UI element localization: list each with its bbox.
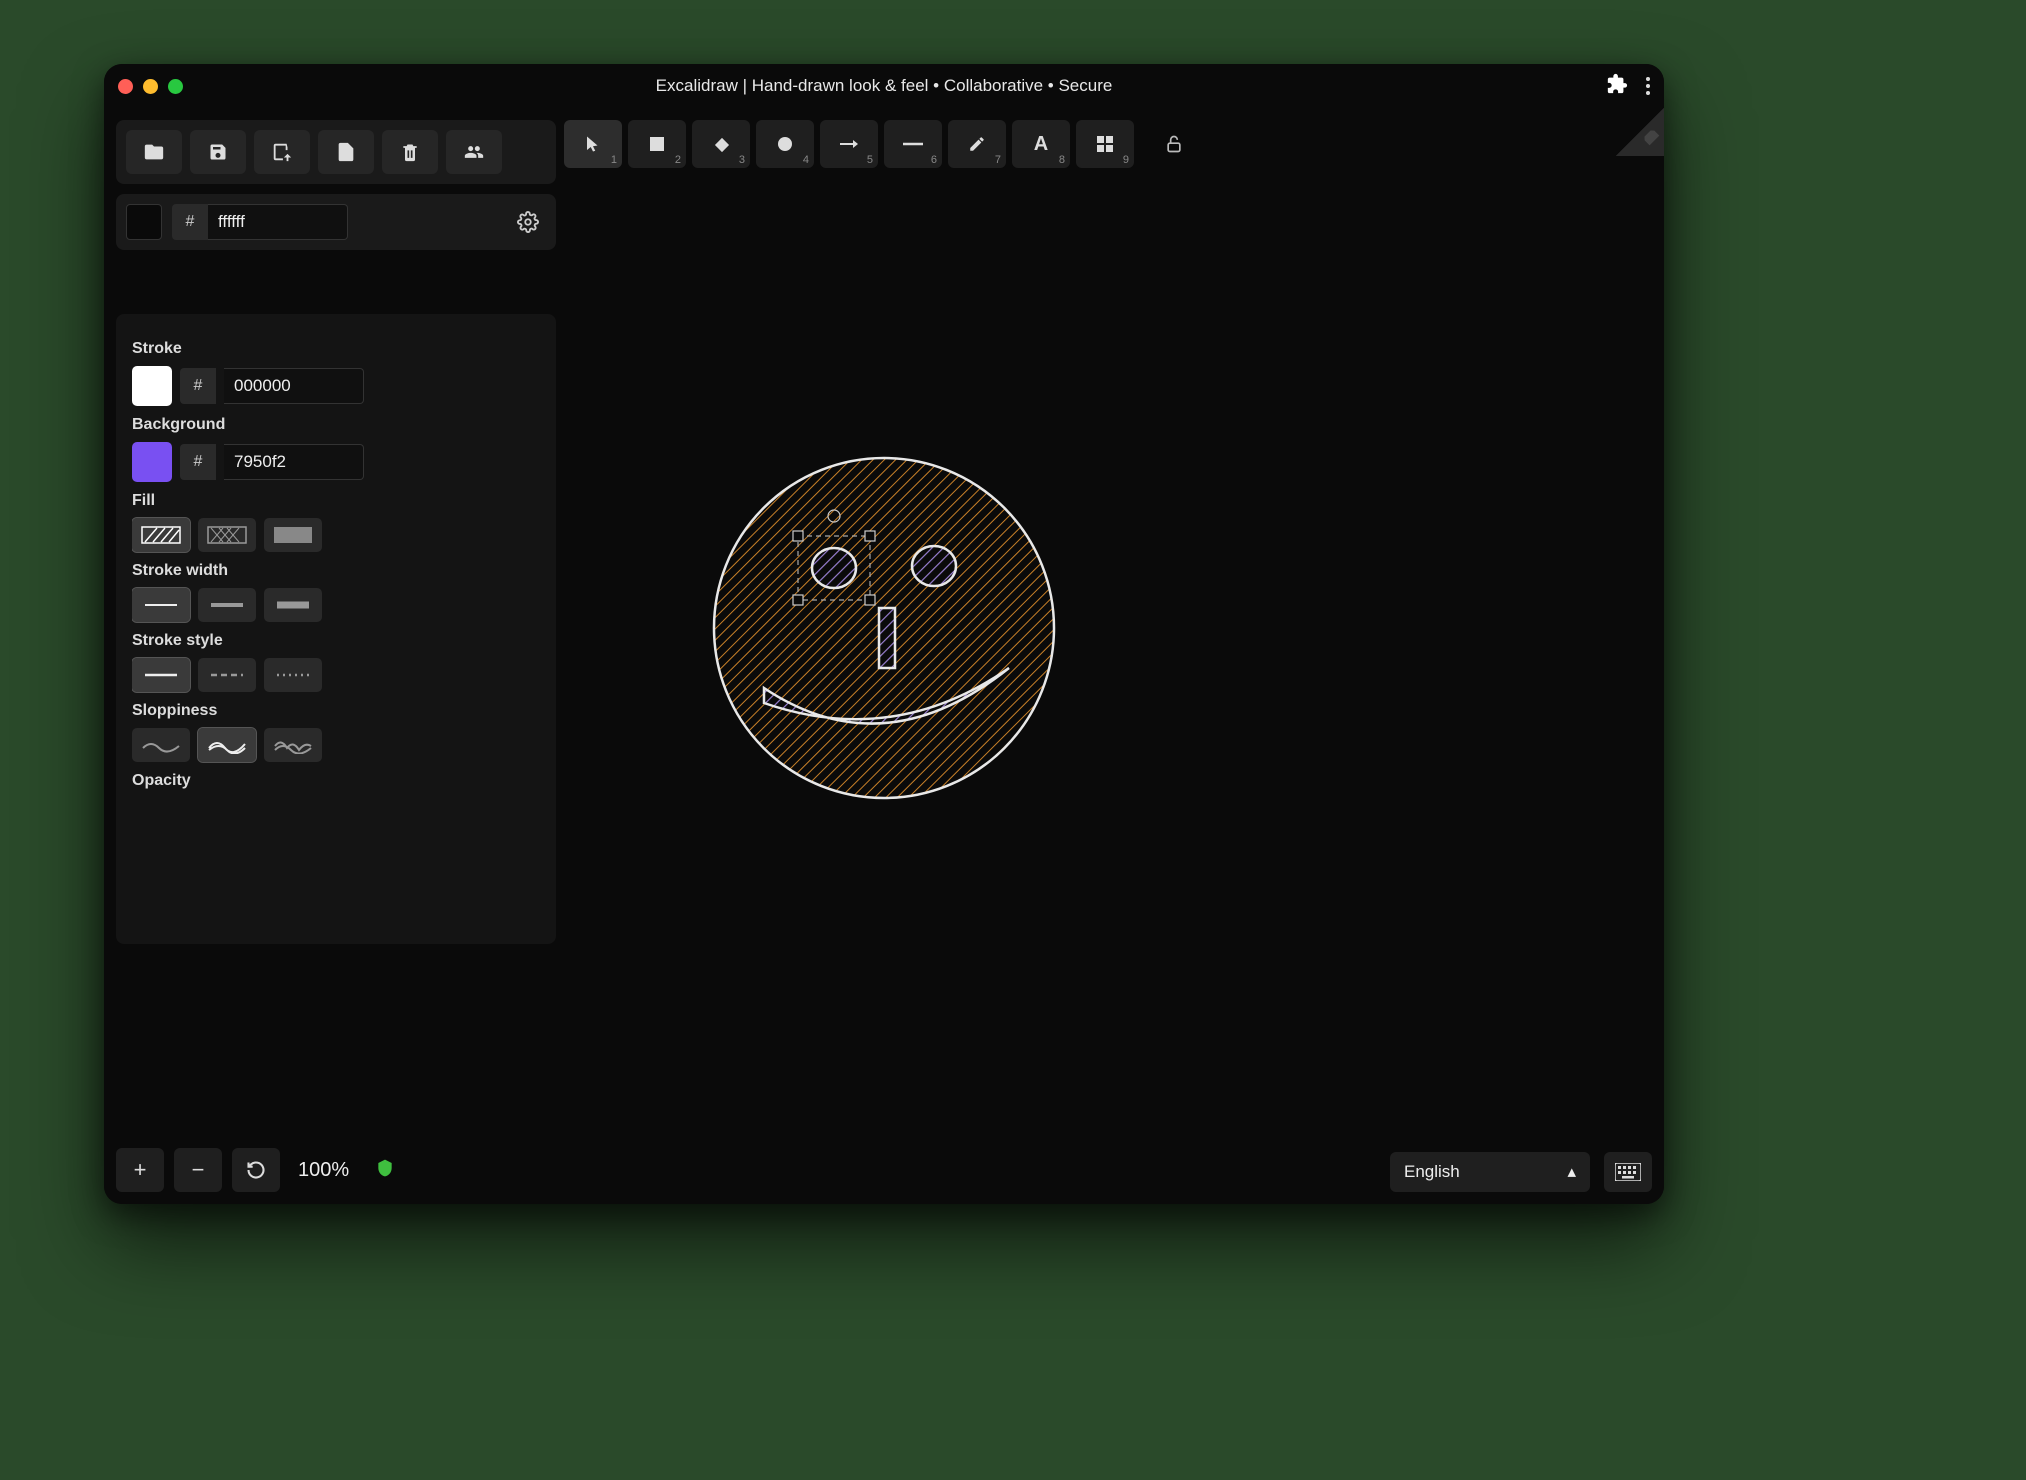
background-color-input[interactable] bbox=[224, 444, 364, 480]
encrypted-icon bbox=[375, 1157, 395, 1184]
app-window: Excalidraw | Hand-drawn look & feel • Co… bbox=[104, 64, 1664, 1204]
tool-diamond[interactable]: 3 bbox=[692, 120, 750, 168]
export-button[interactable] bbox=[318, 130, 374, 174]
window-title: Excalidraw | Hand-drawn look & feel • Co… bbox=[104, 76, 1664, 96]
lock-button[interactable] bbox=[1154, 124, 1194, 164]
tool-arrow[interactable]: 5 bbox=[820, 120, 878, 168]
maximize-window-button[interactable] bbox=[168, 79, 183, 94]
tool-line[interactable]: 6 bbox=[884, 120, 942, 168]
stroke-color-input[interactable] bbox=[224, 368, 364, 404]
window-controls bbox=[118, 79, 183, 94]
save-button[interactable] bbox=[190, 130, 246, 174]
file-actions-island bbox=[116, 120, 556, 184]
fill-solid-option[interactable] bbox=[264, 518, 322, 552]
tool-freedraw[interactable]: 7 bbox=[948, 120, 1006, 168]
stroke-width-thin-option[interactable] bbox=[132, 588, 190, 622]
chevron-up-icon: ▴ bbox=[1567, 1162, 1576, 1182]
save-as-button[interactable] bbox=[254, 130, 310, 174]
sloppiness-artist-option[interactable] bbox=[198, 728, 256, 762]
tool-selection[interactable]: 1 bbox=[564, 120, 622, 168]
stroke-style-label: Stroke style bbox=[132, 632, 530, 650]
open-button[interactable] bbox=[126, 130, 182, 174]
stroke-width-thick-option[interactable] bbox=[264, 588, 322, 622]
titlebar: Excalidraw | Hand-drawn look & feel • Co… bbox=[104, 64, 1664, 108]
clear-canvas-button[interactable] bbox=[382, 130, 438, 174]
canvas-color-swatch[interactable] bbox=[126, 204, 162, 240]
zoom-out-button[interactable]: − bbox=[174, 1148, 222, 1192]
zoom-reset-button[interactable] bbox=[232, 1148, 280, 1192]
browser-menu-button[interactable] bbox=[1646, 77, 1650, 95]
tool-text[interactable]: A 8 bbox=[1012, 120, 1070, 168]
hash-label: # bbox=[180, 368, 216, 404]
collaborate-button[interactable] bbox=[446, 130, 502, 174]
close-window-button[interactable] bbox=[118, 79, 133, 94]
shape-toolbar: 1 2 3 4 5 bbox=[564, 120, 1194, 168]
tool-rectangle[interactable]: 2 bbox=[628, 120, 686, 168]
hash-label: # bbox=[172, 204, 208, 240]
footer-left: + − 100% bbox=[116, 1148, 395, 1192]
stroke-style-dotted-option[interactable] bbox=[264, 658, 322, 692]
stroke-width-label: Stroke width bbox=[132, 562, 530, 580]
stroke-style-dashed-option[interactable] bbox=[198, 658, 256, 692]
opacity-label: Opacity bbox=[132, 772, 530, 790]
stroke-label: Stroke bbox=[132, 340, 530, 358]
footer-right: English ▴ bbox=[1390, 1152, 1652, 1192]
extensions-icon[interactable] bbox=[1606, 73, 1628, 100]
fill-label: Fill bbox=[132, 492, 530, 510]
app-content: 1 2 3 4 5 bbox=[104, 108, 1664, 1204]
canvas-color-input[interactable] bbox=[208, 204, 348, 240]
keyboard-shortcuts-button[interactable] bbox=[1604, 1152, 1652, 1192]
fill-cross-hatch-option[interactable] bbox=[198, 518, 256, 552]
settings-button[interactable] bbox=[510, 204, 546, 240]
left-panel: # bbox=[116, 120, 556, 250]
properties-scroll[interactable]: Stroke # Background # Fill bbox=[132, 330, 540, 928]
canvas-color-island: # bbox=[116, 194, 556, 250]
hash-label: # bbox=[180, 444, 216, 480]
background-color-swatch[interactable] bbox=[132, 442, 172, 482]
zoom-in-button[interactable]: + bbox=[116, 1148, 164, 1192]
stroke-color-swatch[interactable] bbox=[132, 366, 172, 406]
minimize-window-button[interactable] bbox=[143, 79, 158, 94]
sloppiness-label: Sloppiness bbox=[132, 702, 530, 720]
tool-ellipse[interactable]: 4 bbox=[756, 120, 814, 168]
properties-panel: Stroke # Background # Fill bbox=[116, 314, 556, 944]
github-corner[interactable] bbox=[1616, 108, 1664, 156]
zoom-level[interactable]: 100% bbox=[290, 1159, 357, 1182]
sloppiness-cartoonist-option[interactable] bbox=[264, 728, 322, 762]
language-select[interactable]: English ▴ bbox=[1390, 1152, 1590, 1192]
tool-image[interactable]: 9 bbox=[1076, 120, 1134, 168]
fill-hachure-option[interactable] bbox=[132, 518, 190, 552]
background-label: Background bbox=[132, 416, 530, 434]
stroke-style-solid-option[interactable] bbox=[132, 658, 190, 692]
language-value: English bbox=[1404, 1162, 1460, 1182]
stroke-width-medium-option[interactable] bbox=[198, 588, 256, 622]
sloppiness-architect-option[interactable] bbox=[132, 728, 190, 762]
